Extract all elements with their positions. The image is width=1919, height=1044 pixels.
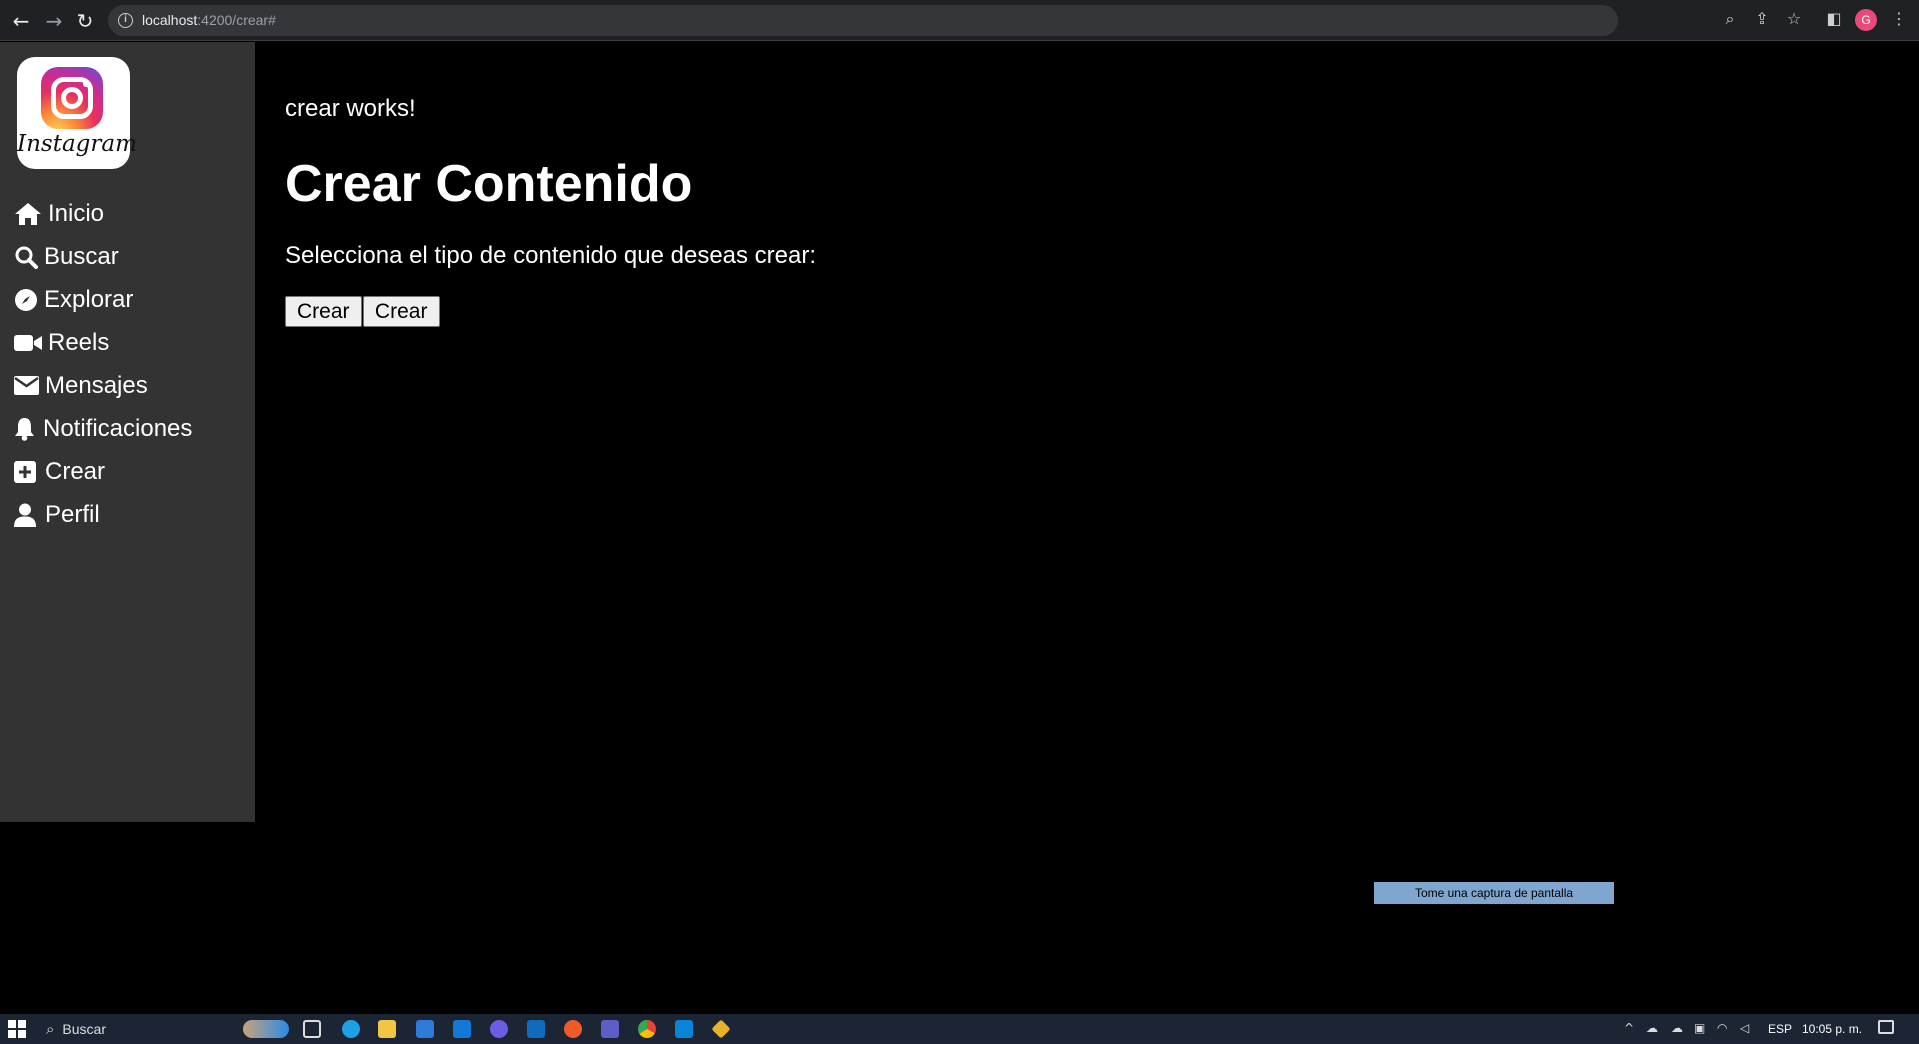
page-subtitle: Selecciona el tipo de contenido que dese… bbox=[285, 242, 817, 269]
teams-icon[interactable] bbox=[601, 1020, 619, 1038]
side-panel-icon[interactable]: ◧ bbox=[1823, 9, 1845, 31]
search-highlight-icon[interactable] bbox=[243, 1020, 289, 1038]
component-works-text: crear works! bbox=[285, 95, 416, 122]
back-arrow-icon[interactable]: ← bbox=[8, 8, 34, 34]
zoom-icon[interactable]: ⌕ bbox=[1719, 9, 1741, 31]
create-video-button[interactable]: Crear Video bbox=[362, 296, 440, 352]
envelope-icon bbox=[14, 373, 39, 399]
taskbar-search[interactable]: ⌕ Buscar bbox=[38, 1016, 233, 1042]
microsoft-store-icon[interactable] bbox=[416, 1020, 434, 1038]
screenshot-tooltip: Tome una captura de pantalla bbox=[1374, 882, 1614, 904]
cloud-sync-icon[interactable]: ☁ bbox=[1671, 1021, 1683, 1035]
sidebar-item-label: Buscar bbox=[44, 242, 119, 270]
search-icon bbox=[14, 244, 38, 270]
instagram-logo[interactable]: Instagram bbox=[17, 57, 137, 169]
sidebar: Instagram Inicio Buscar Explorar Reels M… bbox=[0, 42, 255, 822]
share-icon[interactable]: ⇪ bbox=[1751, 9, 1773, 31]
forward-arrow-icon[interactable]: → bbox=[41, 8, 67, 34]
git-icon[interactable] bbox=[711, 1019, 731, 1039]
address-bar[interactable]: i localhost:4200/crear# bbox=[108, 5, 1618, 36]
sidebar-item-label: Perfil bbox=[45, 500, 100, 528]
taskbar-search-label: Buscar bbox=[62, 1021, 106, 1037]
sidebar-item-label: Notificaciones bbox=[43, 414, 193, 442]
create-post-button[interactable]: Crear Post bbox=[285, 296, 362, 352]
app-icon[interactable] bbox=[564, 1020, 582, 1038]
user-icon bbox=[14, 502, 39, 528]
outlook-icon[interactable] bbox=[527, 1020, 545, 1038]
sidebar-item-notificaciones[interactable]: Notificaciones bbox=[14, 407, 192, 450]
browser-toolbar: ← → ↻ i localhost:4200/crear# ⌕ ⇪ ☆ ◧ G … bbox=[0, 0, 1919, 41]
bookmark-star-icon[interactable]: ☆ bbox=[1783, 9, 1805, 31]
tray-expand-icon[interactable]: ^ bbox=[1624, 1021, 1634, 1035]
create-options: Crear Post Crear Video bbox=[285, 296, 440, 352]
chrome-icon[interactable] bbox=[638, 1020, 656, 1038]
file-explorer-icon[interactable] bbox=[378, 1020, 396, 1038]
video-camera-icon bbox=[14, 330, 42, 356]
sidebar-item-label: Crear bbox=[45, 457, 106, 485]
bell-icon bbox=[14, 416, 37, 442]
search-icon: ⌕ bbox=[46, 1020, 55, 1038]
compass-icon bbox=[14, 287, 38, 313]
mail-icon[interactable] bbox=[453, 1020, 471, 1038]
taskbar-clock[interactable]: 10:05 p. m. bbox=[1802, 1022, 1862, 1036]
notification-center-icon[interactable] bbox=[1878, 1020, 1894, 1034]
sidebar-item-label: Explorar bbox=[44, 285, 134, 313]
app-icon[interactable] bbox=[490, 1020, 508, 1038]
sidebar-item-mensajes[interactable]: Mensajes bbox=[14, 364, 192, 407]
reload-icon[interactable]: ↻ bbox=[72, 8, 98, 34]
home-icon bbox=[14, 201, 42, 227]
sidebar-item-buscar[interactable]: Buscar bbox=[14, 235, 192, 278]
display-icon[interactable]: ▣ bbox=[1694, 1021, 1705, 1035]
sidebar-item-label: Inicio bbox=[48, 199, 105, 227]
sidebar-item-inicio[interactable]: Inicio bbox=[14, 192, 192, 235]
sidebar-item-label: Reels bbox=[48, 328, 110, 356]
page-title: Crear Contenido bbox=[285, 155, 693, 213]
os-taskbar: ⌕ Buscar ^ ☁ ☁ ▣ ◠ ◁ ESP 10:05 p. m. bbox=[0, 1014, 1919, 1044]
more-menu-icon[interactable]: ⋮ bbox=[1888, 9, 1910, 31]
vscode-icon[interactable] bbox=[675, 1020, 693, 1038]
edge-browser-icon[interactable] bbox=[342, 1020, 360, 1038]
sidebar-nav: Inicio Buscar Explorar Reels Mensajes No… bbox=[14, 192, 192, 536]
profile-avatar[interactable]: G bbox=[1855, 9, 1877, 31]
wifi-icon[interactable]: ◠ bbox=[1717, 1021, 1727, 1035]
volume-icon[interactable]: ◁ bbox=[1740, 1021, 1749, 1035]
site-info-icon[interactable]: i bbox=[118, 13, 133, 28]
language-indicator[interactable]: ESP bbox=[1768, 1022, 1792, 1036]
sidebar-item-perfil[interactable]: Perfil bbox=[14, 493, 192, 536]
task-view-icon[interactable] bbox=[303, 1020, 321, 1038]
sidebar-item-label: Mensajes bbox=[45, 371, 148, 399]
onedrive-icon[interactable]: ☁ bbox=[1646, 1021, 1658, 1035]
plus-square-icon bbox=[14, 459, 39, 485]
windows-start-icon[interactable] bbox=[8, 1020, 26, 1038]
instagram-camera-icon bbox=[41, 67, 103, 129]
sidebar-item-reels[interactable]: Reels bbox=[14, 321, 192, 364]
instagram-wordmark: Instagram bbox=[17, 131, 137, 157]
sidebar-item-explorar[interactable]: Explorar bbox=[14, 278, 192, 321]
sidebar-item-crear[interactable]: Crear bbox=[14, 450, 192, 493]
url-text: localhost:4200/crear# bbox=[142, 12, 276, 28]
